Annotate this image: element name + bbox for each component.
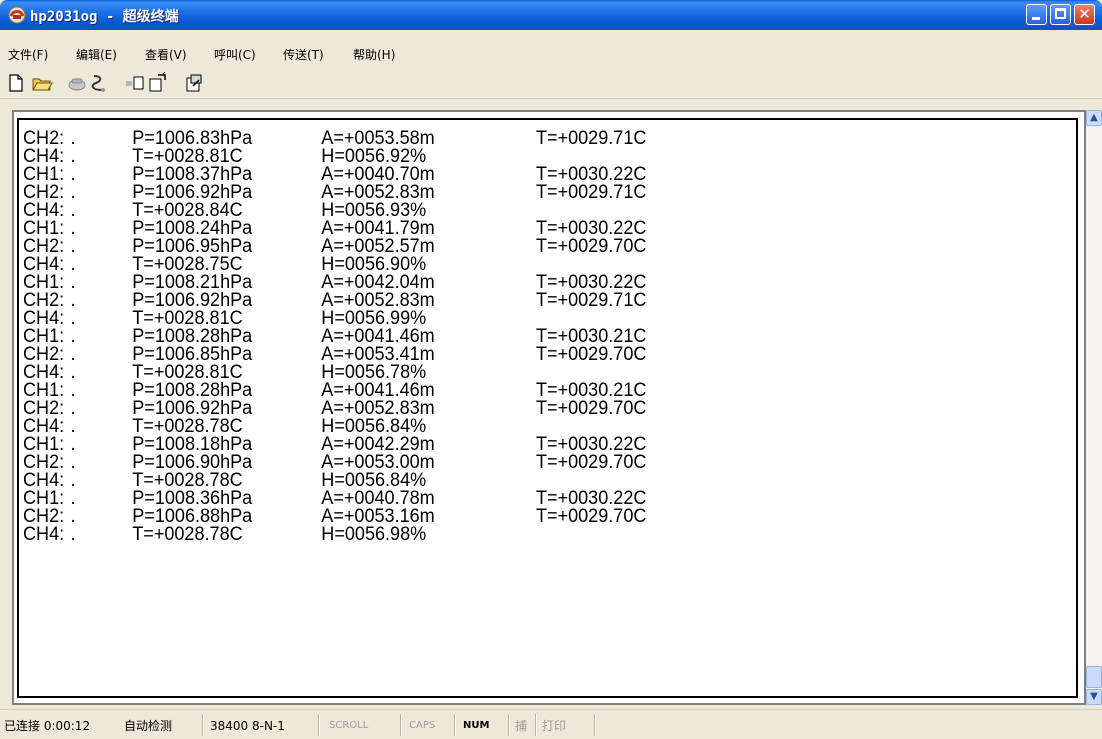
menu-transfer[interactable]: 传送(T) (283, 46, 324, 63)
hyperterminal-app-icon[interactable] (8, 6, 26, 24)
terminal-field: . (70, 524, 76, 545)
terminal-field: T=+0028.78C (132, 524, 243, 545)
menu-call[interactable]: 呼叫(C) (214, 46, 256, 63)
maximize-button[interactable] (1050, 4, 1071, 25)
terminal-field: T=+0029.70C (536, 344, 647, 365)
vertical-scrollbar[interactable]: ▲ ▼ (1086, 110, 1102, 705)
terminal-field: T=+0029.71C (536, 182, 647, 203)
scroll-down-button[interactable]: ▼ (1086, 689, 1102, 705)
window-title: hp2031og - 超级终端 (30, 9, 179, 25)
chevron-up-icon: ▲ (1090, 112, 1098, 123)
status-separator (508, 714, 510, 736)
terminal-output[interactable]: CH2:. P=1006.83hPa A=+0053.58m T=+0029.71C C… (17, 118, 1078, 698)
status-connection: 已连接 0:00:12 (4, 719, 91, 733)
status-bar: 已连接 0:00:12 自动检测 38400 8-N-1 SCROLL CAPS… (0, 709, 1102, 739)
properties-icon[interactable] (183, 72, 205, 94)
terminal-field: CH4: (23, 524, 65, 545)
scroll-up-button[interactable]: ▲ (1086, 110, 1102, 126)
status-separator (318, 714, 320, 736)
status-detect: 自动检测 (124, 719, 173, 733)
chevron-down-icon: ▼ (1090, 691, 1098, 702)
terminal-field: T=+0029.71C (536, 128, 647, 149)
menu-edit[interactable]: 编辑(E) (76, 46, 117, 63)
minimize-icon (1032, 17, 1040, 20)
status-settings: 38400 8-N-1 (210, 719, 285, 733)
receive-file-icon[interactable] (146, 72, 168, 94)
maximize-icon (1055, 8, 1066, 19)
minimize-button[interactable] (1026, 4, 1047, 25)
terminal-field: T=+0029.70C (536, 506, 647, 527)
status-scroll: SCROLL (329, 720, 369, 731)
close-button[interactable]: ✕ (1074, 4, 1095, 25)
menu-bar: 文件(F) 编辑(E) 查看(V) 呼叫(C) 传送(T) 帮助(H) (0, 30, 1102, 68)
menu-view[interactable]: 查看(V) (145, 46, 187, 63)
status-separator (454, 714, 456, 736)
scroll-thumb[interactable] (1086, 666, 1102, 688)
connect-phone-icon[interactable] (66, 72, 88, 94)
terminal-field: H=0056.98% (321, 524, 427, 545)
menu-help[interactable]: 帮助(H) (353, 46, 395, 63)
status-num: NUM (463, 720, 490, 731)
new-file-icon[interactable] (5, 72, 27, 94)
terminal-field: T=+0029.71C (536, 290, 647, 311)
close-icon: ✕ (1078, 5, 1091, 23)
status-separator (400, 714, 402, 736)
terminal-field: T=+0029.70C (536, 398, 647, 419)
disconnect-icon[interactable] (88, 72, 110, 94)
terminal-field: T=+0029.70C (536, 452, 647, 473)
status-caps: CAPS (409, 720, 436, 731)
open-folder-icon[interactable] (31, 72, 53, 94)
status-separator (202, 714, 204, 736)
menu-file[interactable]: 文件(F) (8, 46, 48, 63)
send-file-icon[interactable] (124, 72, 146, 94)
toolbar (0, 68, 1102, 99)
terminal-field: T=+0029.70C (536, 236, 647, 257)
title-bar[interactable]: hp2031og - 超级终端 ✕ (0, 0, 1102, 30)
status-capture: 捕 (515, 719, 528, 733)
status-print: 打印 (542, 719, 567, 733)
status-separator (535, 714, 537, 736)
status-separator (594, 714, 596, 736)
